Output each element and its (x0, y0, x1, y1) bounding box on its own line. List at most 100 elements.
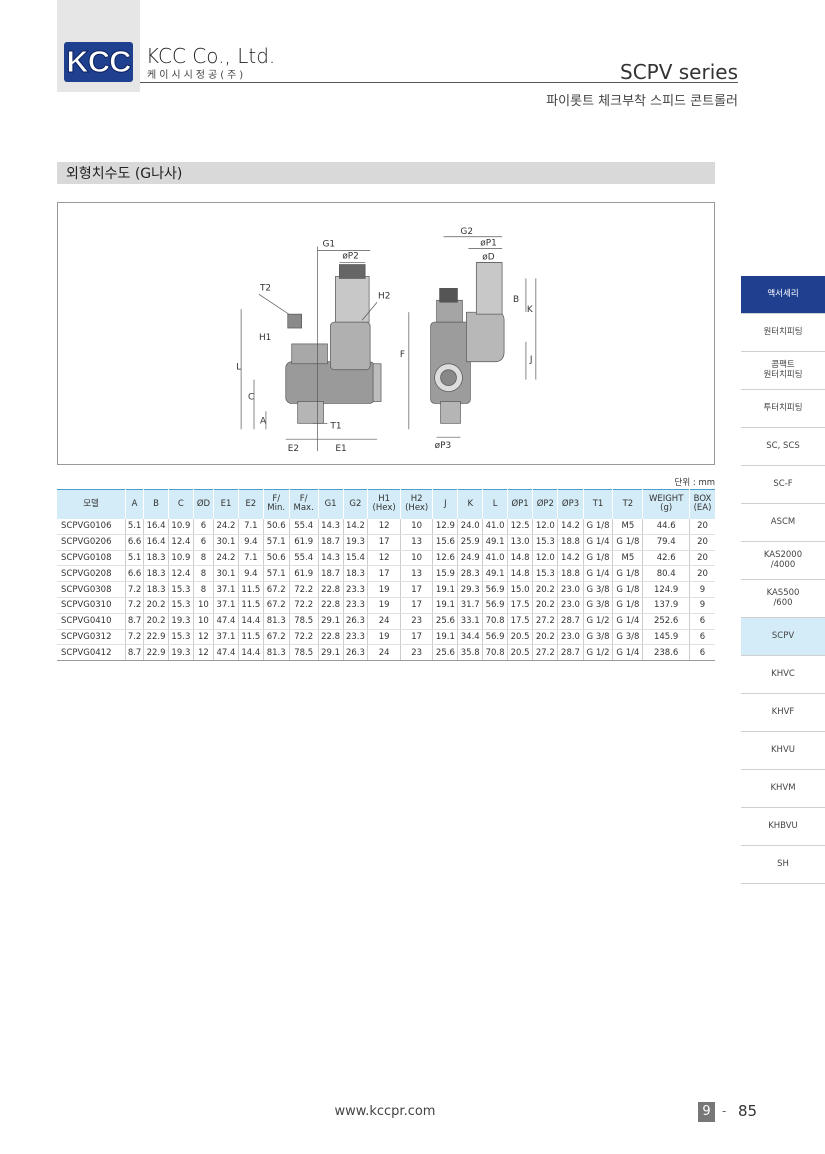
table-cell: 9 (689, 597, 715, 614)
table-cell: G 1/8 (612, 597, 643, 614)
table-cell: 20.2 (532, 581, 558, 598)
column-header-text: G2 (349, 498, 362, 509)
table-cell: 25.9 (457, 534, 483, 551)
table-cell: 24.2 (213, 550, 239, 567)
column-header-text: B (153, 498, 159, 509)
column-header-text: T1 (592, 498, 604, 509)
dim-label-p2: øP2 (342, 252, 359, 262)
table-cell: 23.0 (557, 597, 584, 614)
model-cell: SCPVG0310 (57, 597, 126, 614)
sidebar-item[interactable]: KHVF (741, 694, 825, 732)
sidebar-item[interactable]: SC, SCS (741, 428, 825, 466)
sidebar-item[interactable]: KHVM (741, 770, 825, 808)
sidebar-item-label: KHVM (770, 782, 796, 793)
sidebar-item[interactable]: SH (741, 846, 825, 884)
sidebar-item[interactable]: SCPV (741, 618, 825, 656)
table-cell: 16.4 (143, 518, 169, 535)
table-cell: 23.3 (342, 597, 368, 614)
sidebar-item[interactable]: KHVC (741, 656, 825, 694)
column-header-text: L (492, 498, 498, 509)
table-cell: 24.9 (457, 550, 483, 567)
footer-url[interactable]: www.kccpr.com (0, 1104, 770, 1119)
table-cell: 15.6 (432, 534, 458, 551)
table-cell: 15.9 (432, 565, 458, 583)
table-cell: 81.3 (262, 613, 290, 630)
table-cell: 7.1 (237, 518, 264, 535)
table-cell: 24.2 (213, 518, 239, 535)
table-cell: 10 (192, 597, 214, 614)
column-header-text: ØP1 (511, 498, 529, 509)
table-cell: G 1/2 (582, 644, 613, 662)
sidebar-item[interactable]: 콤팩트 원터치피팅 (741, 352, 825, 390)
table-cell: 79.4 (642, 534, 690, 551)
table-cell: 12 (367, 518, 401, 535)
table-cell: 20.2 (532, 629, 558, 646)
table-cell: 12.0 (532, 550, 558, 567)
table-cell: 14.2 (342, 518, 368, 535)
table-cell: 56.9 (482, 581, 508, 598)
sidebar-item[interactable]: 원터치피팅 (741, 314, 825, 352)
column-header: L (482, 489, 508, 519)
model-cell: SCPVG0412 (57, 644, 126, 662)
table-cell: 72.2 (288, 629, 319, 646)
sidebar-item[interactable]: KAS500 /600 (741, 580, 825, 618)
table-cell: 11.5 (237, 597, 264, 614)
table-cell: 9.4 (237, 565, 264, 583)
model-cell: SCPVG0206 (57, 534, 126, 551)
column-header: H2 (Hex) (399, 489, 433, 519)
table-cell: 37.1 (213, 581, 239, 598)
column-header-text: (Hex) (372, 503, 396, 514)
table-row: SCPVG0208 6.6 18.3 12.4 8 30.1 9.4 57.1 61.9 18.7… (57, 565, 715, 583)
table-cell: 28.3 (457, 565, 483, 583)
table-cell: 10.9 (167, 518, 194, 535)
table-cell: G 3/8 (582, 597, 613, 614)
table-cell: 29.3 (457, 581, 483, 598)
sidebar-item-label: SC-F (773, 478, 793, 489)
table-cell: G 3/8 (582, 629, 613, 646)
table-row: SCPVG0412 8.7 22.9 19.3 12 47.4 14.4 81.3 78.5 29… (57, 644, 715, 662)
table-cell: G 1/8 (612, 534, 643, 551)
table-cell: 50.6 (262, 550, 290, 567)
sidebar-item[interactable]: KAS2000 /4000 (741, 542, 825, 580)
table-cell: 17.5 (506, 613, 533, 630)
table-cell: M5 (612, 518, 643, 535)
spec-table-header: 모델 A B C ØD E1 E2 F/Min. F/Max. G1 G2 H1 (Hex) H2 (Hex… (57, 489, 715, 519)
table-cell: 14.3 (317, 518, 343, 535)
table-cell: 29.1 (317, 644, 343, 662)
sidebar-item[interactable]: KHVU (741, 732, 825, 770)
sidebar-item[interactable]: ASCM (741, 504, 825, 542)
table-cell: 5.1 (125, 550, 144, 567)
sidebar-item[interactable]: SC-F (741, 466, 825, 504)
table-cell: 7.2 (125, 597, 144, 614)
sidebar-item-label: SH (777, 858, 789, 869)
table-cell: 55.4 (288, 518, 319, 535)
table-cell: 72.2 (288, 581, 319, 598)
table-cell: G 1/8 (612, 581, 643, 598)
table-cell: 47.4 (213, 613, 239, 630)
right-view-port-inner (440, 369, 457, 386)
table-cell: 23 (399, 644, 433, 662)
table-cell: 19.1 (432, 629, 458, 646)
table-cell: 11.5 (237, 629, 264, 646)
sidebar-item-label: 원터치피팅 (763, 326, 803, 337)
dimension-drawing: G1 øP2 T2 H2 H1 L C A T1 E2 E1 G2 øP1 øD… (57, 202, 715, 465)
table-cell: G 1/4 (582, 534, 613, 551)
table-cell: G 1/4 (582, 565, 613, 583)
table-cell: 33.1 (457, 613, 483, 630)
table-cell: 70.8 (482, 613, 508, 630)
dim-label-a: A (260, 416, 267, 426)
sidebar-item[interactable]: 액서세리 (741, 276, 825, 314)
dim-label-g2: G2 (460, 227, 473, 237)
dim-label-p1: øP1 (480, 239, 497, 249)
table-cell: 18.8 (557, 565, 584, 583)
table-cell: 12 (192, 629, 214, 646)
sidebar-item[interactable]: 투터치피팅 (741, 390, 825, 428)
table-cell: 18.3 (143, 581, 169, 598)
table-cell: 20.2 (143, 597, 169, 614)
table-cell: 61.9 (288, 565, 319, 583)
table-cell: 50.6 (262, 518, 290, 535)
column-header: F/Min. (262, 489, 290, 519)
table-cell: 67.2 (262, 629, 290, 646)
sidebar-item[interactable]: KHBVU (741, 808, 825, 846)
model-cell: SCPVG0208 (57, 565, 126, 583)
